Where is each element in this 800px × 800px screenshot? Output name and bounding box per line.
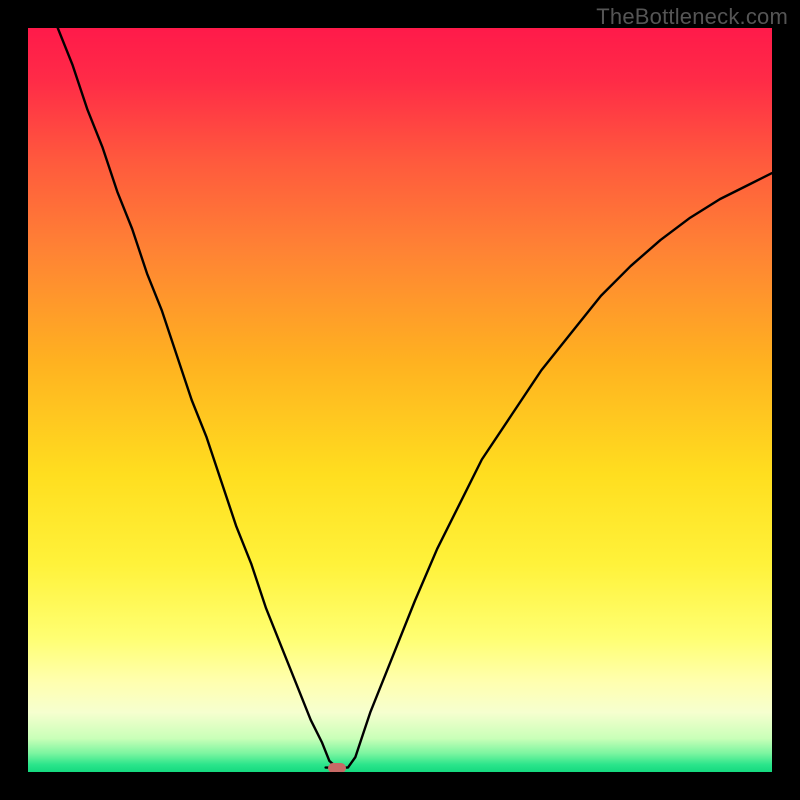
optimum-marker — [328, 763, 346, 772]
bottleneck-curve — [28, 28, 772, 772]
plot-area — [28, 28, 772, 772]
chart-frame: TheBottleneck.com — [0, 0, 800, 800]
watermark-text: TheBottleneck.com — [596, 4, 788, 30]
